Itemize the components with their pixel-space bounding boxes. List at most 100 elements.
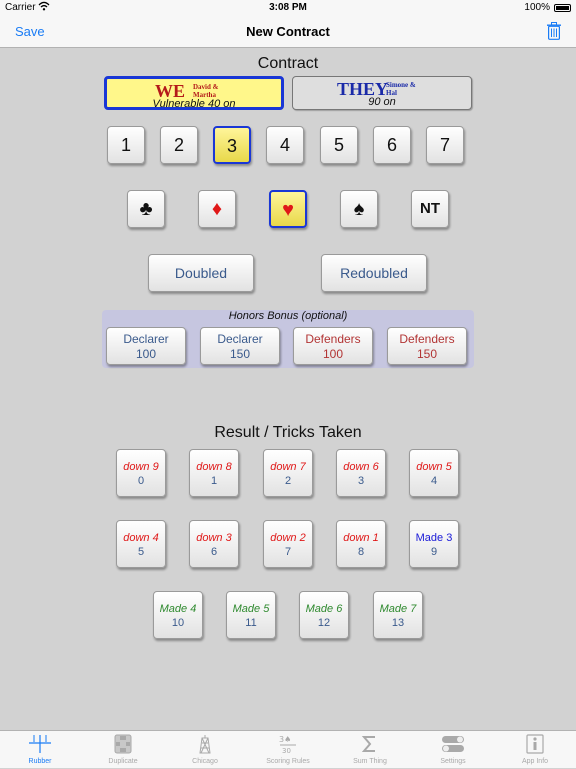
result-label: down 4	[123, 532, 159, 544]
tab-app-info[interactable]: App Info	[505, 731, 565, 769]
redoubled-button[interactable]: Redoubled	[321, 254, 427, 292]
tab-scoring-rules[interactable]: 3♠ 30 Scoring Rules	[258, 731, 318, 769]
trash-icon[interactable]	[546, 22, 562, 40]
heart-icon: ♥	[282, 199, 294, 221]
result-label: down 1	[343, 532, 379, 544]
tricks-label: 3	[357, 475, 365, 487]
result-made-5-button[interactable]: Made 5 11	[226, 591, 276, 639]
result-down-5-button[interactable]: down 5 4	[409, 449, 459, 497]
tricks-label: 6	[210, 546, 218, 558]
level-1-button[interactable]: 1	[107, 126, 145, 164]
level-6-button[interactable]: 6	[373, 126, 411, 164]
honors-side-label: Declarer	[123, 332, 169, 346]
tricks-label: 1	[210, 475, 218, 487]
spade-icon: ♠	[353, 198, 365, 220]
team-we-button[interactable]: WE David & Martha Vulnerable 40 on	[104, 76, 284, 110]
result-down-3-button[interactable]: down 3 6	[189, 520, 239, 568]
result-label: down 5	[416, 461, 452, 473]
level-4-button[interactable]: 4	[266, 126, 304, 164]
result-made-6-button[interactable]: Made 6 12	[299, 591, 349, 639]
suit-diamonds-button[interactable]: ♦	[198, 190, 236, 228]
honors-title: Honors Bonus (optional)	[228, 310, 348, 322]
result-down-4-button[interactable]: down 4 5	[116, 520, 166, 568]
result-made-4-button[interactable]: Made 4 10	[153, 591, 203, 639]
result-down-9-button[interactable]: down 9 0	[116, 449, 166, 497]
honors-defenders-100-button[interactable]: Defenders 100	[293, 327, 373, 365]
tricks-label: 4	[430, 475, 438, 487]
clock-time: 3:08 PM	[269, 2, 307, 13]
battery-icon	[554, 4, 571, 12]
tab-settings[interactable]: Settings	[423, 731, 483, 769]
result-label: Made 5	[232, 603, 270, 615]
svg-text:3♠: 3♠	[279, 735, 291, 744]
honors-side-label: Defenders	[305, 332, 361, 346]
result-down-1-button[interactable]: down 1 8	[336, 520, 386, 568]
result-down-8-button[interactable]: down 8 1	[189, 449, 239, 497]
suit-hearts-button[interactable]: ♥	[269, 190, 307, 228]
tab-label: Sum Thing	[353, 758, 387, 765]
result-label: down 3	[196, 532, 232, 544]
suit-clubs-button[interactable]: ♣	[127, 190, 165, 228]
battery-percent: 100%	[524, 2, 550, 13]
honors-points-label: 150	[416, 347, 438, 361]
club-icon: ♣	[139, 198, 153, 220]
tab-rubber[interactable]: Rubber	[10, 731, 70, 769]
info-icon	[523, 734, 547, 754]
level-5-button[interactable]: 5	[320, 126, 358, 164]
honors-points-label: 100	[322, 347, 344, 361]
notrump-label: NT	[420, 200, 440, 217]
tricks-label: 11	[245, 617, 257, 629]
team-they-status: 90 on	[368, 96, 396, 108]
team-they-players: Simone & Hal	[386, 81, 416, 97]
tab-label: Settings	[440, 758, 466, 765]
result-label: down 2	[270, 532, 306, 544]
tricks-label: 2	[284, 475, 292, 487]
scoring-rules-icon: 3♠ 30	[276, 734, 300, 755]
result-down-2-button[interactable]: down 2 7	[263, 520, 313, 568]
honors-points-label: 150	[229, 347, 251, 361]
result-heading: Result / Tricks Taken	[214, 424, 362, 441]
team-we-player-1: David &	[193, 83, 219, 91]
tab-label: Chicago	[192, 758, 218, 765]
level-2-button[interactable]: 2	[160, 126, 198, 164]
tab-label: Duplicate	[108, 758, 138, 765]
team-we-status: Vulnerable 40 on	[152, 98, 236, 110]
result-label: down 6	[343, 461, 379, 473]
tricks-label: 5	[137, 546, 145, 558]
result-label: Made 6	[305, 603, 343, 615]
result-down-6-button[interactable]: down 6 3	[336, 449, 386, 497]
honors-defenders-150-button[interactable]: Defenders 150	[387, 327, 467, 365]
result-label: down 7	[270, 461, 306, 473]
contract-heading: Contract	[257, 55, 319, 72]
team-we-players: David & Martha	[193, 83, 218, 99]
honors-declarer-150-button[interactable]: Declarer 150	[200, 327, 280, 365]
tab-chicago[interactable]: Chicago	[175, 731, 235, 769]
tricks-label: 9	[430, 546, 438, 558]
tab-label: Rubber	[28, 758, 52, 765]
level-3-button[interactable]: 3	[213, 126, 251, 164]
suit-notrump-button[interactable]: NT	[411, 190, 449, 228]
result-down-7-button[interactable]: down 7 2	[263, 449, 313, 497]
honors-side-label: Declarer	[217, 332, 263, 346]
tab-duplicate[interactable]: Duplicate	[93, 731, 153, 769]
suit-spades-button[interactable]: ♠	[340, 190, 378, 228]
diamond-icon: ♦	[211, 198, 223, 220]
level-7-button[interactable]: 7	[426, 126, 464, 164]
honors-declarer-100-button[interactable]: Declarer 100	[106, 327, 186, 365]
result-label: down 8	[196, 461, 232, 473]
tricks-label: 13	[391, 617, 405, 629]
tab-label: App Info	[521, 758, 549, 765]
rubber-scoresheet-icon	[28, 734, 52, 754]
result-made-7-button[interactable]: Made 7 13	[373, 591, 423, 639]
tricks-label: 8	[357, 546, 365, 558]
doubled-button[interactable]: Doubled	[148, 254, 254, 292]
tricks-label: 7	[284, 546, 292, 558]
tricks-label: 0	[137, 475, 145, 487]
sigma-icon	[358, 734, 382, 754]
result-label: Made 4	[159, 603, 197, 615]
result-made-3-button[interactable]: Made 3 9	[409, 520, 459, 568]
result-label: down 9	[123, 461, 159, 473]
tab-sum-thing[interactable]: Sum Thing	[340, 731, 400, 769]
duplicate-board-icon	[111, 734, 135, 754]
team-they-button[interactable]: THEY Simone & Hal 90 on	[292, 76, 472, 110]
